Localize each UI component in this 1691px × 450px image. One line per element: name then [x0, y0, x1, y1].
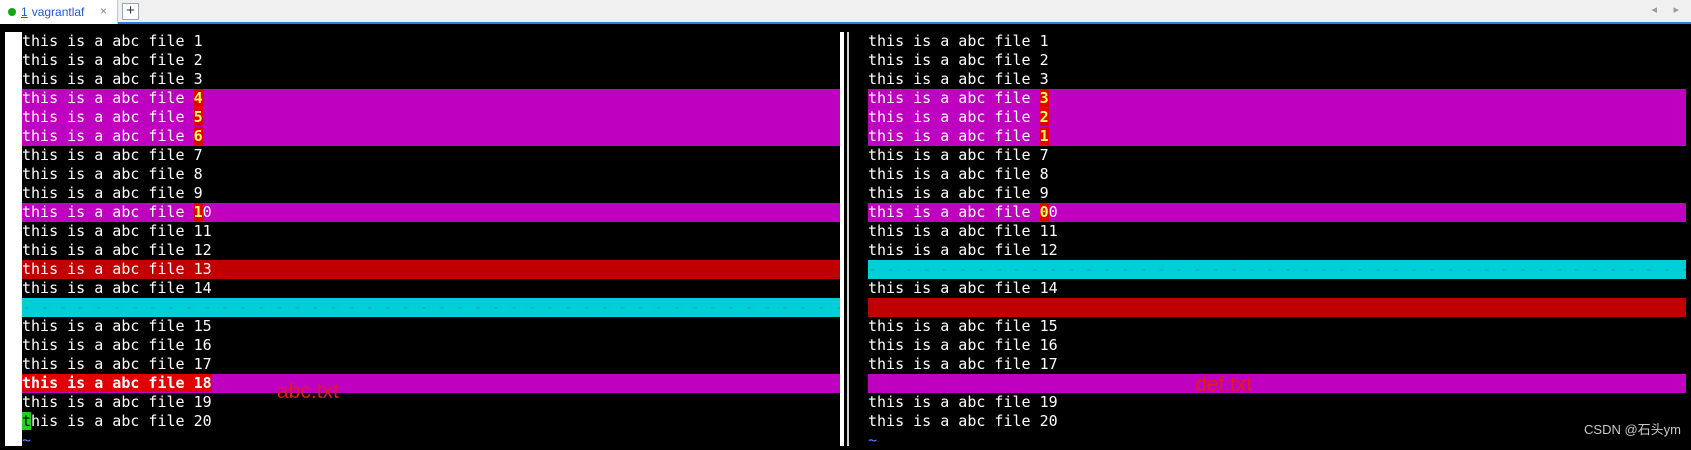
diff-line: this is a abc file 1 [868, 32, 1049, 50]
right-file-annotation: def.txt [1195, 373, 1253, 396]
changed-text: 1 [1039, 127, 1049, 145]
line-text: this is a abc file [868, 203, 1040, 221]
changed-text: 1 [193, 203, 203, 221]
filler-line: - - - - - - - - - - - - - - - - - - - - … [868, 260, 1686, 279]
changed-line: this is a abc file 6 [22, 127, 840, 146]
changed-line: this is a abc file 10 [22, 203, 840, 222]
changed-line: this is a abc file 2 [868, 108, 1686, 127]
right-fold-bar [847, 32, 849, 446]
cursor: t [22, 412, 32, 430]
diff-line: this is a abc file 19 [868, 393, 1058, 411]
tab-scroll-right-icon[interactable]: ▸ [1673, 3, 1679, 16]
diff-line: this is a abc file 11 [22, 222, 212, 240]
diff-line: this is a abc file 14 [22, 279, 212, 297]
line-text: 0 [202, 203, 212, 221]
empty-buffer-marker: ~ [868, 431, 878, 449]
left-diff-pane[interactable]: this is a abc file 1 this is a abc file … [22, 32, 840, 450]
diff-line: this is a abc file 8 [22, 165, 203, 183]
close-tab-icon[interactable]: × [100, 4, 107, 18]
diff-line: this is a abc file 3 [868, 70, 1049, 88]
watermark: CSDN @石头ym [1584, 422, 1681, 437]
changed-text: this is a abc file 18 [22, 374, 212, 392]
line-text: his is a abc file 20 [31, 412, 212, 430]
changed-text: 4 [193, 89, 203, 107]
diff-line: this is a abc file 2 [868, 51, 1049, 69]
changed-text: 5 [193, 108, 203, 126]
tab-number: 1 [21, 5, 28, 19]
line-text: this is a abc file [22, 108, 194, 126]
diff-line: this is a abc file 3 [22, 70, 203, 88]
terminal-area[interactable]: this is a abc file 1 this is a abc file … [0, 24, 1691, 449]
diff-line: this is a abc file 11 [868, 222, 1058, 240]
changed-line [868, 374, 1686, 393]
changed-line: this is a abc file 5 [22, 108, 840, 127]
diff-line: this is a abc file 12 [22, 241, 212, 259]
diff-line: this is a abc file 7 [22, 146, 203, 164]
changed-line: this is a abc file 4 [22, 89, 840, 108]
diff-line: this is a abc file 9 [22, 184, 203, 202]
add-tab-button[interactable]: + [122, 3, 139, 20]
line-text: this is a abc file [22, 89, 194, 107]
left-file-annotation: abc.txt [277, 380, 339, 403]
line-text: 0 [1048, 203, 1058, 221]
diff-line: this is a abc file 15 [868, 317, 1058, 335]
line-text: this is a abc file [868, 89, 1040, 107]
diff-line: this is a abc file 14 [868, 279, 1058, 297]
tab-label: vagrantlaf [31, 5, 85, 19]
removed-line: this is a abc file 13 [22, 260, 840, 279]
changed-text: 2 [1039, 108, 1049, 126]
diff-line: this is a abc file 7 [868, 146, 1049, 164]
diff-line: this is a abc file 2 [22, 51, 203, 69]
added-line [868, 298, 1686, 317]
diff-line: this is a abc file 16 [22, 336, 212, 354]
diff-line: this is a abc file 15 [22, 317, 212, 335]
left-sign-column [5, 32, 22, 446]
changed-line: this is a abc file 3 [868, 89, 1686, 108]
diff-line: this is a abc file 9 [868, 184, 1049, 202]
diff-line: this is a abc file 17 [22, 355, 212, 373]
connection-status-icon [8, 8, 16, 16]
changed-text: 0 [1039, 203, 1049, 221]
changed-line: this is a abc file 00 [868, 203, 1686, 222]
diff-line: this is a abc file 20 [22, 412, 840, 431]
changed-line: this is a abc file 18 [22, 374, 840, 393]
line-text: this is a abc file [22, 203, 194, 221]
diff-line: this is a abc file 1 [22, 32, 203, 50]
line-text: this is a abc file [868, 108, 1040, 126]
right-diff-pane[interactable]: this is a abc file 1 this is a abc file … [868, 32, 1686, 450]
changed-text: 3 [1039, 89, 1049, 107]
diff-line: this is a abc file 17 [868, 355, 1058, 373]
tab-scroll-left-icon[interactable]: ◂ [1651, 3, 1657, 16]
changed-text: 6 [193, 127, 203, 145]
line-text: this is a abc file [868, 127, 1040, 145]
tab-vagrantlaf[interactable]: 1 vagrantlaf × [0, 0, 118, 24]
diff-line: this is a abc file 19 [22, 393, 212, 411]
empty-buffer-marker: ~ [22, 431, 32, 449]
changed-line: this is a abc file 1 [868, 127, 1686, 146]
diff-line: this is a abc file 12 [868, 241, 1058, 259]
diff-line: this is a abc file 8 [868, 165, 1049, 183]
diff-line: this is a abc file 16 [868, 336, 1058, 354]
line-text: this is a abc file [22, 127, 194, 145]
tab-bar: 1 vagrantlaf × + ◂ ▸ [0, 0, 1691, 24]
diff-line: this is a abc file 20 [868, 412, 1058, 430]
filler-line: - - - - - - - - - - - - - - - - - - - - … [22, 298, 840, 317]
